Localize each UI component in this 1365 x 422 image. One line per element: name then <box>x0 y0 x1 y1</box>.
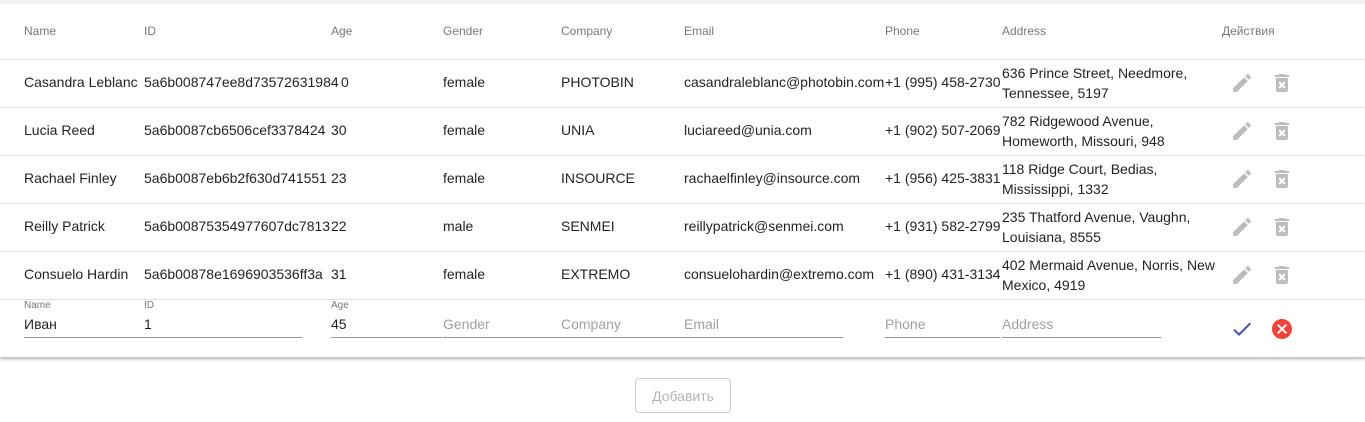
cell-email: luciareed@unia.com <box>684 122 812 138</box>
cell-id: 5a6b0087eb6b2f630d741551 <box>144 170 327 186</box>
header-age: Age <box>331 24 353 38</box>
address-input[interactable] <box>1002 313 1161 338</box>
header-id: ID <box>144 24 156 38</box>
cell-age: 30 <box>331 122 347 138</box>
pencil-icon[interactable] <box>1230 71 1254 95</box>
cell-age: 31 <box>331 266 347 282</box>
email-input[interactable] <box>684 313 843 338</box>
cell-address: 636 Prince Street, Needmore, Tennessee, … <box>1002 65 1188 101</box>
cell-name: Consuelo Hardin <box>24 266 129 282</box>
trash-icon[interactable] <box>1270 167 1294 191</box>
cell-address: 235 Thatford Avenue, Vaughn, Louisiana, … <box>1002 209 1191 245</box>
table-row: Consuelo Hardin 5a6b00878e1696903536ff3a… <box>0 252 1365 300</box>
cell-name: Reilly Patrick <box>24 218 105 234</box>
cell-age: 23 <box>331 170 347 186</box>
header-address: Address <box>1002 24 1047 38</box>
cell-address: 782 Ridgewood Avenue, Homeworth, Missour… <box>1002 113 1165 149</box>
cell-gender: female <box>443 170 486 186</box>
cell-company: UNIA <box>561 122 595 138</box>
add-button[interactable]: Добавить <box>635 378 731 413</box>
cell-email: casandraleblanc@photobin.com <box>684 74 885 90</box>
table-row: Casandra Leblanc 5a6b008747ee8d735726319… <box>0 60 1365 108</box>
data-table-card: Name ID Age Gender Company Email Phone A… <box>0 0 1365 357</box>
company-input[interactable] <box>561 313 684 338</box>
table-row: Rachael Finley 5a6b0087eb6b2f630d741551 … <box>0 156 1365 204</box>
cell-id: 5a6b00878e1696903536ff3a <box>144 266 323 282</box>
new-row-form: Name ID Age <box>0 300 1365 357</box>
cell-company: EXTREMO <box>561 266 631 282</box>
phone-input[interactable] <box>885 313 1000 338</box>
check-icon[interactable] <box>1230 317 1254 341</box>
cell-address: 118 Ridge Court, Bedias, Mississippi, 13… <box>1002 161 1158 197</box>
table-row: Reilly Patrick 5a6b00875354977607dc7813 … <box>0 204 1365 252</box>
pencil-icon[interactable] <box>1230 119 1254 143</box>
header-name: Name <box>24 24 57 38</box>
id-field-label: ID <box>144 300 154 311</box>
age-field-label: Age <box>331 300 349 311</box>
cell-name: Lucia Reed <box>24 122 95 138</box>
age-input[interactable] <box>331 313 442 338</box>
trash-icon[interactable] <box>1270 119 1294 143</box>
cell-phone: +1 (890) 431-3134 <box>885 266 1001 282</box>
gender-input[interactable] <box>443 313 561 338</box>
pencil-icon[interactable] <box>1230 263 1254 287</box>
trash-icon[interactable] <box>1270 263 1294 287</box>
cell-phone: +1 (931) 582-2799 <box>885 218 1001 234</box>
cell-company: SENMEI <box>561 218 615 234</box>
header-email: Email <box>684 24 715 38</box>
cell-phone: +1 (995) 458-2730 <box>885 74 1001 90</box>
id-input[interactable] <box>144 313 302 338</box>
header-gender: Gender <box>443 24 484 38</box>
cell-gender: female <box>443 266 486 282</box>
cell-name: Casandra Leblanc <box>24 74 138 90</box>
trash-icon[interactable] <box>1270 215 1294 239</box>
cell-age: 0 <box>341 74 349 90</box>
cell-id: 5a6b0087cb6506cef3378424 <box>144 122 326 138</box>
trash-icon[interactable] <box>1270 71 1294 95</box>
table-header: Name ID Age Gender Company Email Phone A… <box>0 0 1365 60</box>
header-actions: Действия <box>1222 24 1275 38</box>
name-field-label: Name <box>24 300 51 311</box>
cell-email: rachaelfinley@insource.com <box>684 170 861 186</box>
cell-email: reillypatrick@senmei.com <box>684 218 844 234</box>
header-phone: Phone <box>885 24 920 38</box>
cell-company: INSOURCE <box>561 170 635 186</box>
cell-gender: male <box>443 218 474 234</box>
cancel-circle-icon[interactable] <box>1270 317 1294 341</box>
cell-id: 5a6b008747ee8d73572631984 <box>144 74 339 90</box>
header-company: Company <box>561 24 613 38</box>
pencil-icon[interactable] <box>1230 167 1254 191</box>
cell-phone: +1 (902) 507-2069 <box>885 122 1001 138</box>
cell-company: PHOTOBIN <box>561 74 634 90</box>
cell-gender: female <box>443 74 486 90</box>
cell-email: consuelohardin@extremo.com <box>684 266 875 282</box>
cell-gender: female <box>443 122 486 138</box>
cell-address: 402 Mermaid Avenue, Norris, New Mexico, … <box>1002 257 1215 293</box>
cell-id: 5a6b00875354977607dc7813 <box>144 218 331 234</box>
cell-name: Rachael Finley <box>24 170 117 186</box>
cell-age: 22 <box>331 218 347 234</box>
cell-phone: +1 (956) 425-3831 <box>885 170 1001 186</box>
pencil-icon[interactable] <box>1230 215 1254 239</box>
table-row: Lucia Reed 5a6b0087cb6506cef3378424 30 f… <box>0 108 1365 156</box>
